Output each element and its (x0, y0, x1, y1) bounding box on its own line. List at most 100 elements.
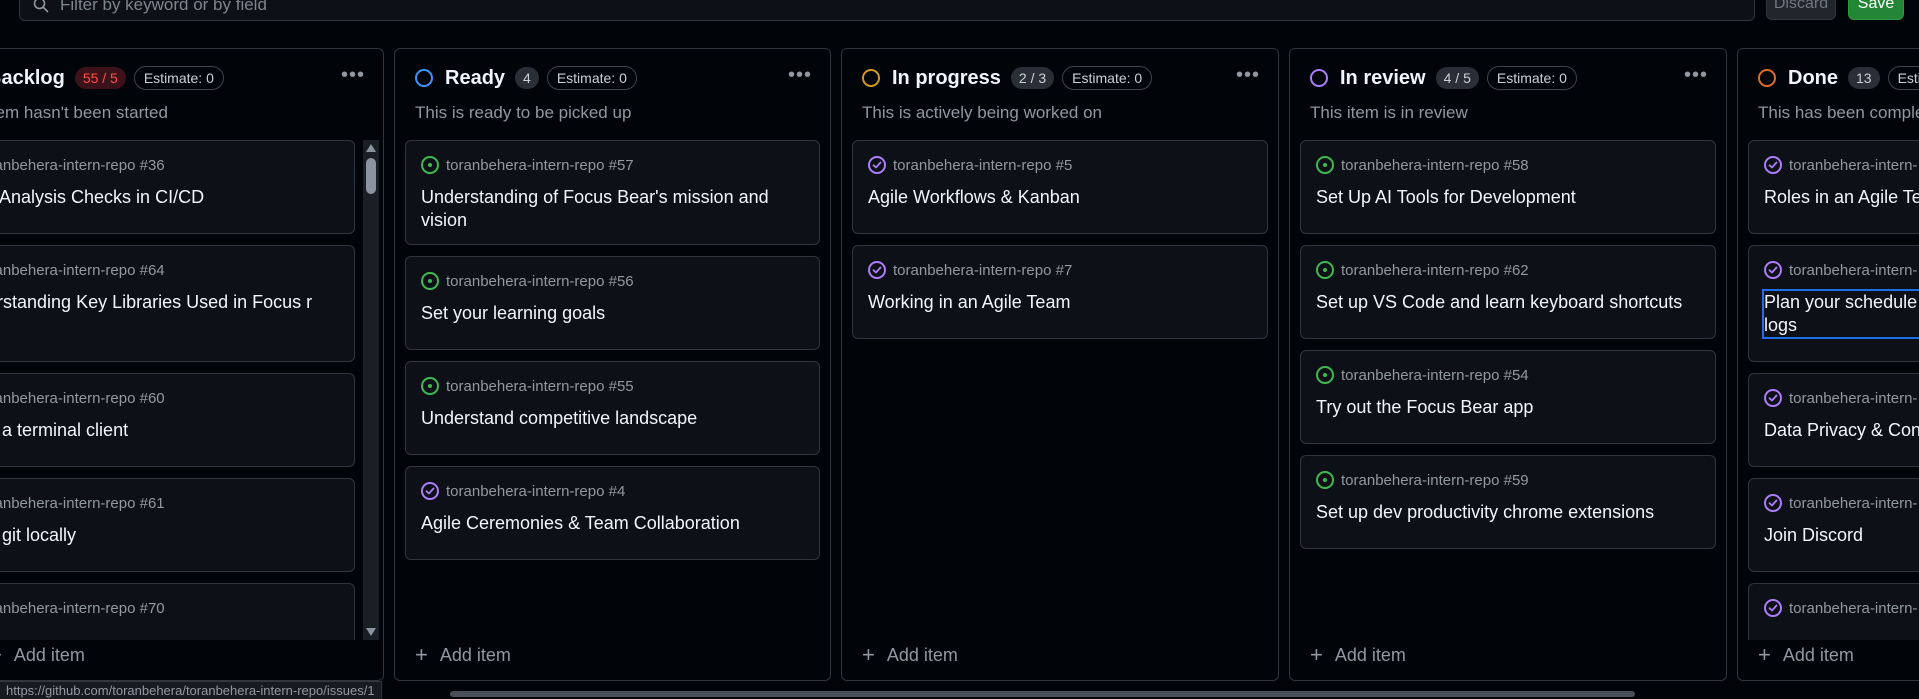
card-title[interactable]: Set Up AI Tools for Development (1316, 186, 1700, 209)
column-title[interactable]: In review (1340, 67, 1426, 90)
issue-card[interactable]: toranbehera-intern-repo #64 derstanding … (0, 245, 355, 362)
card-repo[interactable]: toranbehera-intern-repo #58 (1341, 157, 1529, 174)
card-repo[interactable]: toranbehera-intern-repo #62 (1341, 262, 1529, 279)
issue-card[interactable]: toranbehera-intern- Plan your schedule a… (1748, 245, 1919, 362)
issue-card[interactable]: toranbehera-intern-repo #55 Understand c… (405, 361, 820, 455)
column-description: item hasn't been started (0, 103, 168, 122)
closed-issue-icon (1764, 389, 1782, 407)
column-menu-icon[interactable]: ••• (339, 63, 367, 87)
column-done: Done 13 Esti This has been comple toranb… (1737, 48, 1919, 681)
card-repo[interactable]: toranbehera-intern-repo #70 (0, 600, 165, 617)
card-repo[interactable]: toranbehera-intern-repo #56 (446, 273, 634, 290)
column-in-review: In review 4 / 5 Estimate: 0 ••• This ite… (1289, 48, 1727, 681)
card-title[interactable]: tic Analysis Checks in CI/CD (0, 186, 339, 209)
add-item-button[interactable]: + Add item (862, 642, 958, 668)
issue-card[interactable]: toranbehera-intern- Join Discord (1748, 478, 1919, 572)
card-repo[interactable]: toranbehera-intern-repo #5 (893, 157, 1072, 174)
column-header: Done 13 Esti (1758, 63, 1919, 93)
issue-card[interactable]: toranbehera-intern-repo #4 Agile Ceremon… (405, 466, 820, 560)
column-title[interactable]: In progress (892, 67, 1001, 90)
card-repo[interactable]: toranbehera-intern-repo #55 (446, 378, 634, 395)
card-repo[interactable]: toranbehera-intern- (1789, 157, 1917, 174)
plus-icon: + (1758, 642, 1771, 667)
column-menu-icon[interactable]: ••• (1682, 63, 1710, 87)
column-description: This has been comple (1758, 103, 1919, 122)
card-repo[interactable]: toranbehera-intern-repo #59 (1341, 472, 1529, 489)
card-title[interactable]: up git locally (0, 524, 339, 547)
open-issue-icon (421, 272, 439, 290)
column-title[interactable]: Ready (445, 67, 505, 90)
card-repo[interactable]: toranbehera-intern-repo #57 (446, 157, 634, 174)
column-menu-icon[interactable]: ••• (1234, 63, 1262, 87)
column-title[interactable]: Backlog (0, 67, 65, 90)
add-item-button[interactable]: + Add item (1310, 642, 1406, 668)
issue-card[interactable]: toranbehera-intern-repo #61 up git local… (0, 478, 355, 572)
filter-input[interactable] (60, 0, 1660, 17)
status-circle-icon (862, 69, 880, 87)
card-repo[interactable]: toranbehera-intern-repo #60 (0, 390, 165, 407)
card-title[interactable]: Join Discord (1764, 524, 1919, 547)
add-item-button[interactable]: + Add item (0, 642, 85, 668)
issue-card[interactable]: toranbehera-intern-repo #54 Try out the … (1300, 350, 1716, 444)
discard-button[interactable]: Discard (1766, 0, 1836, 20)
card-title[interactable]: Understand competitive landscape (421, 407, 804, 430)
card-title[interactable]: Agile Workflows & Kanban (868, 186, 1252, 209)
issue-card[interactable]: toranbehera-intern-repo #60 up a termina… (0, 373, 355, 467)
issue-card[interactable]: toranbehera-intern-repo #5 Agile Workflo… (852, 140, 1268, 234)
card-title[interactable]: Working in an Agile Team (868, 291, 1252, 314)
open-issue-icon (421, 377, 439, 395)
scrollbar-thumb[interactable] (366, 158, 376, 194)
column-title[interactable]: Done (1788, 67, 1838, 90)
card-repo[interactable]: toranbehera-intern-repo #36 (0, 157, 165, 174)
horizontal-scrollbar[interactable] (450, 691, 1635, 697)
save-button[interactable]: Save (1848, 0, 1904, 20)
card-title[interactable]: Set up VS Code and learn keyboard shortc… (1316, 291, 1700, 314)
issue-card[interactable]: toranbehera-intern-repo #62 Set up VS Co… (1300, 245, 1716, 339)
add-item-label: Add item (1782, 644, 1854, 665)
issue-card[interactable]: toranbehera-intern-repo #57 Understandin… (405, 140, 820, 245)
card-title[interactable]: derstanding Key Libraries Used in Focus … (0, 291, 339, 314)
card-title[interactable]: Understanding of Focus Bear's mission an… (421, 186, 804, 232)
vertical-scrollbar[interactable] (363, 140, 379, 640)
open-issue-icon (1316, 261, 1334, 279)
issue-card[interactable]: toranbehera-intern-repo #7 Working in an… (852, 245, 1268, 339)
issue-card[interactable]: toranbehera-intern-repo #70 (0, 583, 355, 640)
card-repo[interactable]: toranbehera-intern-repo #61 (0, 495, 165, 512)
add-item-button[interactable]: + Add item (1758, 642, 1854, 668)
card-repo[interactable]: toranbehera-intern-repo #54 (1341, 367, 1529, 384)
card-list: toranbehera-intern-repo #57 Understandin… (405, 140, 820, 640)
add-item-label: Add item (886, 644, 958, 665)
card-repo[interactable]: toranbehera-intern-repo #4 (446, 483, 625, 500)
card-repo[interactable]: toranbehera-intern-repo #64 (0, 262, 165, 279)
open-issue-icon (421, 156, 439, 174)
open-issue-icon (1316, 471, 1334, 489)
card-title[interactable]: Try out the Focus Bear app (1316, 396, 1700, 419)
issue-card[interactable]: toranbehera-intern- (1748, 583, 1919, 640)
card-title-selected[interactable]: Plan your schedule a logs (1762, 289, 1919, 339)
issue-card[interactable]: toranbehera-intern-repo #36 tic Analysis… (0, 140, 355, 234)
card-title[interactable]: Data Privacy & Conf (1764, 419, 1919, 442)
issue-card[interactable]: toranbehera-intern- Roles in an Agile Te… (1748, 140, 1919, 234)
card-title[interactable]: Roles in an Agile Tea (1764, 186, 1919, 209)
issue-card[interactable]: toranbehera-intern-repo #58 Set Up AI To… (1300, 140, 1716, 234)
column-header: Backlog 55 / 5 Estimate: 0 (0, 63, 367, 93)
issue-card[interactable]: toranbehera-intern- Data Privacy & Conf (1748, 373, 1919, 467)
scroll-up-arrow-icon[interactable] (366, 144, 376, 152)
add-item-label: Add item (1334, 644, 1406, 665)
card-repo[interactable]: toranbehera-intern- (1789, 390, 1917, 407)
card-title[interactable]: Set your learning goals (421, 302, 804, 325)
issue-card[interactable]: toranbehera-intern-repo #59 Set up dev p… (1300, 455, 1716, 549)
scroll-down-arrow-icon[interactable] (366, 628, 376, 636)
issue-card[interactable]: toranbehera-intern-repo #56 Set your lea… (405, 256, 820, 350)
add-item-label: Add item (13, 644, 85, 665)
card-title[interactable]: up a terminal client (0, 419, 339, 442)
card-title[interactable]: Set up dev productivity chrome extension… (1316, 501, 1700, 524)
add-item-button[interactable]: + Add item (415, 642, 511, 668)
column-menu-icon[interactable]: ••• (786, 63, 814, 87)
card-repo[interactable]: toranbehera-intern- (1789, 495, 1917, 512)
card-repo[interactable]: toranbehera-intern-repo #7 (893, 262, 1072, 279)
closed-issue-icon (868, 156, 886, 174)
card-repo[interactable]: toranbehera-intern- (1789, 600, 1917, 617)
card-repo[interactable]: toranbehera-intern- (1789, 262, 1917, 279)
card-title[interactable]: Agile Ceremonies & Team Collaboration (421, 512, 804, 535)
